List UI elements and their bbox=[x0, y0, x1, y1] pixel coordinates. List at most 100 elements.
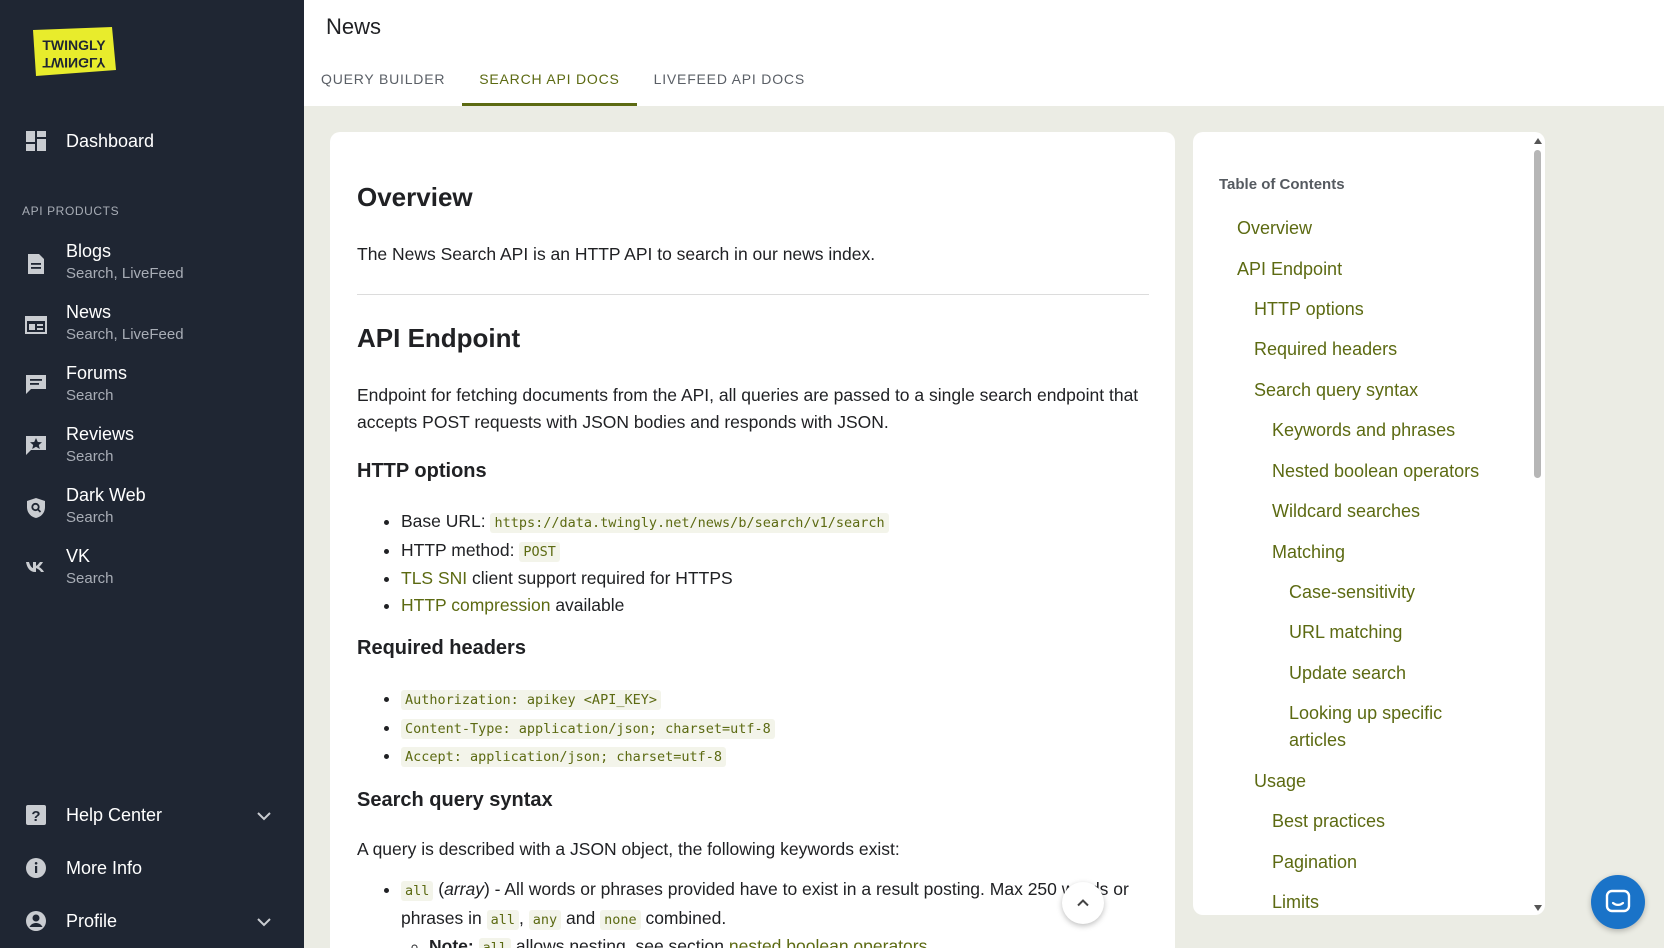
http-method-label: HTTP method: bbox=[401, 539, 520, 560]
http-method-code: POST bbox=[519, 541, 560, 562]
sidebar-item-subtitle: Search bbox=[66, 448, 114, 465]
sidebar-item-text: Blogs Search, LiveFeed bbox=[66, 240, 184, 284]
search-query-syntax-heading: Search query syntax bbox=[357, 789, 553, 811]
svg-text:?: ? bbox=[31, 808, 40, 825]
tab-livefeed-api-docs[interactable]: LIVEFEED API DOCS bbox=[637, 62, 822, 106]
keyword-code: any bbox=[528, 909, 562, 930]
search-query-syntax-text: A query is described with a JSON object,… bbox=[357, 839, 900, 859]
sidebar-item-blogs[interactable]: Blogs Search, LiveFeed bbox=[0, 240, 304, 288]
sidebar-item-profile[interactable]: Profile bbox=[0, 906, 304, 936]
scroll-up-arrow[interactable] bbox=[1534, 138, 1542, 144]
help-icon: ? bbox=[24, 803, 48, 827]
toc-item-required-headers[interactable]: Required headers bbox=[1254, 336, 1397, 363]
sidebar-item-text: Dark Web Search bbox=[66, 484, 146, 528]
compression-text: available bbox=[550, 594, 625, 615]
sidebar-item-vk[interactable]: VK Search bbox=[0, 545, 304, 593]
http-compression-link[interactable]: HTTP compression bbox=[401, 595, 550, 615]
http-options-list: Base URL: https://data.twingly.net/news/… bbox=[401, 508, 889, 618]
sidebar-item-title: Blogs bbox=[66, 241, 112, 261]
divider bbox=[357, 294, 1149, 295]
toc-item-usage[interactable]: Usage bbox=[1254, 768, 1306, 795]
list-item: Content-Type: application/json; charset=… bbox=[401, 714, 775, 743]
document-icon bbox=[24, 252, 48, 276]
account-icon bbox=[24, 909, 48, 933]
sidebar-item-subtitle: Search bbox=[66, 387, 114, 404]
toc-scroll-thumb[interactable] bbox=[1534, 150, 1541, 478]
review-icon bbox=[24, 433, 48, 457]
toc-item-looking-up-specific-articles[interactable]: Looking up specific articles bbox=[1289, 700, 1489, 754]
header-code: Content-Type: application/json; charset=… bbox=[401, 718, 775, 739]
api-endpoint-text: Endpoint for fetching documents from the… bbox=[357, 385, 1139, 432]
sidebar-item-text: Reviews Search bbox=[66, 423, 134, 467]
sidebar-item-title: News bbox=[66, 302, 112, 322]
header-code: Authorization: apikey <API_KEY> bbox=[401, 690, 661, 710]
toc-item-api-endpoint[interactable]: API Endpoint bbox=[1237, 256, 1342, 283]
sidebar-item-label: Profile bbox=[66, 911, 118, 931]
list-item: Base URL: https://data.twingly.net/news/… bbox=[401, 508, 889, 537]
list-item: HTTP compression available bbox=[401, 592, 889, 619]
and-text: and bbox=[561, 907, 601, 928]
sidebar-item-label: Help Center bbox=[66, 805, 163, 825]
sidebar-item-news[interactable]: News Search, LiveFeed bbox=[0, 301, 304, 349]
keyword-code: all bbox=[401, 881, 434, 901]
sidebar-item-title: VK bbox=[66, 546, 91, 566]
note-label: Note: bbox=[429, 936, 479, 948]
tab-query-builder[interactable]: QUERY BUILDER bbox=[304, 62, 462, 106]
toc-item-limits[interactable]: Limits bbox=[1272, 889, 1319, 915]
toc-item-url-matching[interactable]: URL matching bbox=[1289, 619, 1402, 646]
toc-item-matching[interactable]: Matching bbox=[1272, 539, 1345, 566]
sidebar-item-title: Reviews bbox=[66, 424, 135, 444]
sidebar-item-dashboard[interactable]: Dashboard bbox=[0, 126, 304, 156]
sidebar-item-subtitle: Search bbox=[66, 570, 114, 587]
tls-text: client support required for HTTPS bbox=[467, 568, 733, 588]
required-headers-heading: Required headers bbox=[357, 637, 526, 659]
sidebar-item-forums[interactable]: Forums Search bbox=[0, 362, 304, 410]
toc-item-wildcard-searches[interactable]: Wildcard searches bbox=[1272, 498, 1420, 525]
sidebar-item-label: More Info bbox=[66, 858, 143, 878]
scroll-to-top-button[interactable] bbox=[1062, 882, 1104, 924]
sidebar-item-title: Dark Web bbox=[66, 485, 146, 505]
vk-icon bbox=[24, 555, 48, 579]
section-label-api-products: API PRODUCTS bbox=[22, 204, 120, 218]
api-docs-card: Overview The News Search API is an HTTP … bbox=[330, 132, 1175, 948]
chevron-up-icon bbox=[1077, 899, 1089, 907]
toc-item-update-search[interactable]: Update search bbox=[1289, 660, 1406, 687]
keyword-code: none bbox=[600, 909, 641, 930]
sidebar-item-label: Dashboard bbox=[66, 131, 155, 151]
combined-text: combined. bbox=[640, 907, 727, 928]
list-item: Accept: application/json; charset=utf-8 bbox=[401, 742, 775, 771]
chevron-down-icon[interactable] bbox=[254, 806, 274, 826]
tls-sni-link[interactable]: TLS SNI bbox=[401, 568, 467, 588]
toc-item-pagination[interactable]: Pagination bbox=[1272, 849, 1357, 876]
chevron-down-icon[interactable] bbox=[254, 912, 274, 932]
toc-item-nested-boolean-operators[interactable]: Nested boolean operators bbox=[1272, 458, 1479, 485]
toc-item-keywords-and-phrases[interactable]: Keywords and phrases bbox=[1272, 417, 1455, 444]
sidebar-item-subtitle: Search, LiveFeed bbox=[66, 265, 184, 282]
toc-item-search-query-syntax[interactable]: Search query syntax bbox=[1254, 377, 1418, 404]
required-headers-list: Authorization: apikey <API_KEY> Content-… bbox=[401, 685, 775, 771]
newspaper-icon bbox=[24, 313, 48, 337]
chat-widget-button[interactable] bbox=[1591, 875, 1645, 929]
toc-item-http-options[interactable]: HTTP options bbox=[1254, 296, 1364, 323]
sidebar-item-dark-web[interactable]: Dark Web Search bbox=[0, 484, 304, 532]
chat-icon bbox=[1605, 889, 1631, 913]
sidebar-item-help-center[interactable]: ? Help Center bbox=[0, 800, 304, 830]
toc-title: Table of Contents bbox=[1219, 176, 1345, 193]
toc-item-best-practices[interactable]: Best practices bbox=[1272, 808, 1385, 835]
sidebar-item-reviews[interactable]: Reviews Search bbox=[0, 423, 304, 471]
list-item: TLS SNI client support required for HTTP… bbox=[401, 565, 889, 592]
nested-boolean-operators-link[interactable]: nested boolean operators bbox=[729, 936, 927, 948]
note-code: all bbox=[478, 938, 511, 948]
toc-item-overview[interactable]: Overview bbox=[1237, 215, 1312, 242]
logo-text: TWINGLY bbox=[42, 37, 106, 53]
keyword-code: all bbox=[486, 909, 519, 930]
tab-search-api-docs[interactable]: SEARCH API DOCS bbox=[462, 62, 638, 106]
overview-heading: Overview bbox=[357, 182, 473, 212]
dashboard-icon bbox=[24, 129, 48, 153]
toc-item-case-sensitivity[interactable]: Case-sensitivity bbox=[1289, 579, 1415, 606]
sidebar-item-subtitle: Search bbox=[66, 509, 114, 526]
sidebar: TWINGLY TWINGLY Dashboard API PRODUCTS B… bbox=[0, 0, 304, 948]
scroll-down-arrow[interactable] bbox=[1534, 905, 1542, 911]
sidebar-item-more-info[interactable]: More Info bbox=[0, 853, 304, 883]
twingly-logo[interactable]: TWINGLY TWINGLY bbox=[30, 26, 118, 78]
